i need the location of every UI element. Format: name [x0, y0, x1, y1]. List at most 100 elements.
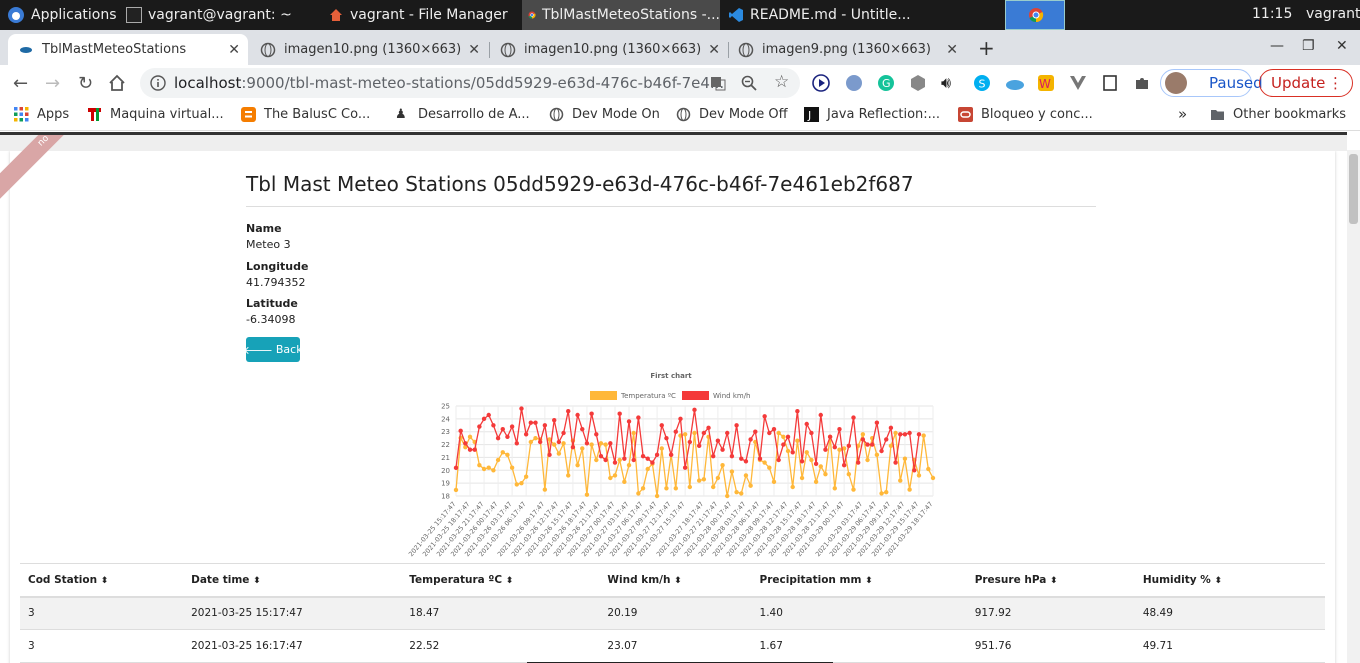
back-arrow-icon[interactable]: ←: [13, 73, 28, 94]
tab-imagen10[interactable]: imagen10.png (1360×663) ✕: [250, 34, 488, 65]
task-chrome[interactable]: TblMastMeteoStations -...: [522, 0, 720, 30]
data-point: [692, 407, 697, 413]
bookmark-label: Maquina virtual...: [110, 107, 224, 122]
bookmark-apps[interactable]: Apps: [14, 107, 69, 122]
info-icon[interactable]: [150, 75, 166, 91]
cloud-icon[interactable]: [1005, 74, 1025, 92]
sort-icon[interactable]: ⬍: [506, 576, 514, 586]
skype-icon[interactable]: S: [973, 74, 991, 92]
data-point: [818, 412, 823, 418]
applications-menu[interactable]: Applications: [0, 0, 118, 30]
bookmarks-overflow-icon[interactable]: »: [1178, 105, 1187, 123]
kebab-menu-icon[interactable]: ⋮: [1328, 70, 1343, 96]
data-point: [790, 484, 795, 490]
bookmark-java-reflection[interactable]: J Java Reflection:...: [804, 107, 940, 122]
data-point: [608, 475, 613, 481]
bookmark-star-icon[interactable]: ☆: [774, 72, 789, 92]
minimize-icon[interactable]: —: [1270, 38, 1284, 54]
data-point: [865, 457, 870, 463]
data-point: [711, 453, 716, 459]
chrome-icon: [1029, 8, 1044, 23]
y-tick-label: 20: [441, 467, 450, 475]
data-point: [486, 412, 491, 418]
data-point: [477, 462, 482, 468]
extensions-puzzle-icon[interactable]: [1133, 74, 1151, 92]
back-button[interactable]: 🡐 Back: [243, 337, 303, 362]
task-terminal[interactable]: vagrant@vagrant: ~: [120, 0, 320, 30]
close-icon[interactable]: ✕: [708, 42, 720, 58]
new-tab-icon[interactable]: +: [978, 36, 995, 60]
bookmarks-bar: Apps Maquina virtual... The BalusC Co...…: [0, 101, 1360, 131]
profile-paused-button[interactable]: Paused: [1160, 69, 1263, 97]
task-vscode[interactable]: README.md - Untitle...: [724, 0, 924, 30]
bookmark-dev-mode-on[interactable]: Dev Mode On: [549, 107, 660, 122]
panel-user[interactable]: vagrant: [1306, 6, 1360, 22]
sort-icon[interactable]: ⬍: [1214, 576, 1222, 586]
close-icon[interactable]: ✕: [228, 42, 240, 58]
speaker-icon[interactable]: 🔊︎: [941, 73, 951, 93]
data-point: [799, 459, 805, 464]
reader-icon[interactable]: [1101, 74, 1119, 92]
sort-icon[interactable]: ⬍: [101, 576, 109, 586]
task-file-manager[interactable]: vagrant - File Manager: [322, 0, 520, 30]
bookmark-balusc[interactable]: The BalusC Co...: [241, 107, 370, 122]
table-cell: 20.19: [599, 596, 752, 630]
workspace-switcher[interactable]: [1005, 0, 1065, 30]
vertical-scrollbar[interactable]: [1347, 150, 1360, 663]
data-point: [467, 434, 473, 440]
extension-w-icon[interactable]: W: [1037, 74, 1055, 92]
table-row[interactable]: 3 2021-03-25 15:17:47 18.47 20.19 1.40 917.92…: [20, 596, 1325, 630]
data-point: [706, 425, 711, 431]
tab-tblmastmeteostations[interactable]: TblMastMeteoStations ✕: [8, 34, 248, 65]
data-point: [659, 423, 664, 428]
tab-imagen9[interactable]: imagen9.png (1360×663) ✕: [728, 34, 966, 65]
home-icon[interactable]: [108, 74, 126, 92]
column-header[interactable]: Presure hPa ⬍: [966, 563, 1135, 598]
column-header[interactable]: Precipitation mm ⬍: [751, 563, 967, 598]
data-point: [696, 443, 702, 449]
zoom-icon[interactable]: [741, 75, 757, 91]
bookmark-desarrollo[interactable]: ♟ Desarrollo de A...: [395, 107, 530, 122]
data-point: [771, 479, 777, 485]
data-point: [799, 475, 805, 481]
window-close-icon[interactable]: ✕: [1336, 38, 1348, 54]
forward-arrow-icon[interactable]: →: [45, 73, 60, 94]
grammarly-icon[interactable]: G: [877, 74, 895, 92]
bookmark-dev-mode-off[interactable]: Dev Mode Off: [676, 107, 788, 122]
sort-icon[interactable]: ⬍: [865, 576, 873, 586]
column-header[interactable]: Humidity % ⬍: [1134, 563, 1325, 598]
column-header[interactable]: Wind km/h ⬍: [599, 563, 752, 598]
sort-icon[interactable]: ⬍: [674, 576, 682, 586]
table-row[interactable]: 3 2021-03-25 16:17:47 22.52 23.07 1.67 951.76…: [20, 629, 1325, 663]
panel-clock[interactable]: 11:15: [1252, 6, 1292, 22]
page-content: no Tbl Mast Meteo Stations 05dd5929-e63d…: [0, 132, 1347, 663]
bookmark-maquina-virtual[interactable]: Maquina virtual...: [87, 107, 224, 122]
close-icon[interactable]: ✕: [468, 42, 480, 58]
sort-icon[interactable]: ⬍: [253, 576, 261, 586]
url-text[interactable]: localhost:9000/tbl-mast-meteo-stations/0…: [174, 74, 724, 92]
data-point: [701, 430, 707, 436]
column-header[interactable]: Date time ⬍: [183, 563, 402, 598]
update-button[interactable]: Update ⋮: [1259, 69, 1353, 97]
bookmark-bloqueo[interactable]: Bloqueo y conc...: [958, 107, 1093, 122]
scrollbar-thumb[interactable]: [1349, 154, 1358, 224]
restore-icon[interactable]: ❐: [1302, 38, 1315, 54]
column-header[interactable]: Temperatura ºC ⬍: [401, 563, 600, 598]
sort-icon[interactable]: ⬍: [1050, 576, 1058, 586]
translate-icon[interactable]: [710, 75, 726, 91]
reload-icon[interactable]: ↻: [78, 73, 93, 94]
extension-globe-icon[interactable]: [845, 74, 863, 92]
data-point: [654, 452, 660, 458]
tab-imagen10[interactable]: imagen10.png (1360×663) ✕: [490, 34, 728, 65]
table-cell: 23.07: [599, 629, 752, 663]
vue-devtools-icon[interactable]: [1069, 74, 1087, 92]
longitude-label: Longitude: [246, 260, 309, 273]
data-point: [622, 456, 627, 461]
column-header[interactable]: Cod Station ⬍: [20, 563, 184, 598]
extension-play-icon[interactable]: [812, 74, 830, 92]
extension-cube-icon[interactable]: [909, 74, 927, 92]
close-icon[interactable]: ✕: [946, 42, 958, 58]
y-tick-label: 24: [441, 415, 450, 423]
address-bar[interactable]: localhost:9000/tbl-mast-meteo-stations/0…: [140, 68, 800, 98]
bookmark-other[interactable]: Other bookmarks: [1210, 107, 1346, 122]
